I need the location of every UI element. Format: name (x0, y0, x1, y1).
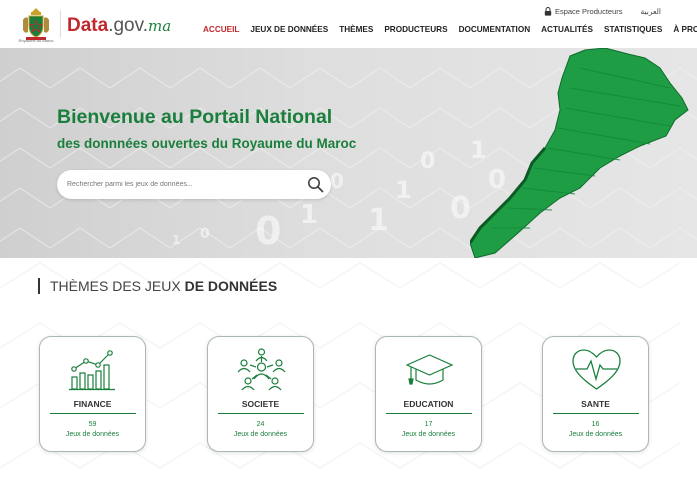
svg-text:1: 1 (368, 203, 389, 238)
svg-text:1: 1 (395, 176, 412, 204)
theme-card-divider (50, 413, 136, 414)
espace-producteurs-label: Espace Producteurs (554, 7, 623, 16)
people-icon (237, 348, 286, 391)
logo-part-gov: .gov. (108, 15, 148, 36)
main-nav: ACCUEIL JEUX DE DONNÉES THÈMES PRODUCTEU… (203, 25, 697, 34)
theme-card-count: 59 (88, 421, 97, 428)
svg-text:0: 0 (330, 169, 344, 193)
nav-item-a-propos[interactable]: À PROPOS (673, 25, 697, 34)
theme-card-count: 17 (424, 421, 433, 428)
nav-item-themes[interactable]: THÈMES (339, 25, 373, 34)
theme-card-education[interactable]: EDUCATION 17 Jeux de données (375, 336, 482, 452)
nav-item-documentation[interactable]: DOCUMENTATION (459, 25, 531, 34)
logo-part-data: Data (67, 15, 109, 36)
hero-subtitle: des donnnées ouvertes du Royaume du Maro… (57, 136, 357, 151)
svg-text:1: 1 (172, 233, 180, 247)
nav-item-producteurs[interactable]: PRODUCTEURS (384, 25, 447, 34)
logo-part-ma: ma (147, 17, 172, 35)
hero-title: Bienvenue au Portail National (57, 106, 333, 128)
svg-text:0: 0 (200, 226, 210, 242)
theme-card-divider (218, 413, 304, 414)
svg-text:0: 0 (255, 209, 281, 253)
top-links: Espace Producteurs العربية (544, 7, 661, 16)
chart-icon (69, 350, 115, 391)
theme-card-name: FINANCE (73, 399, 112, 409)
site-header: Royaume du Maroc Data.gov.ma Espace Prod… (0, 0, 697, 48)
theme-card-sublabel: Jeux de données (401, 431, 456, 438)
lock-icon (544, 7, 552, 16)
theme-card-divider (386, 413, 472, 414)
search-icon[interactable] (307, 176, 324, 193)
hero-banner: 0 1 0 1 1 0 0 1 0 1 1 0 Bienvenue au Por… (0, 48, 697, 258)
theme-card-divider (553, 413, 639, 414)
section-title-bold: DE DONNÉES (184, 278, 278, 294)
theme-card-name: SOCIETE (241, 399, 280, 409)
theme-card-sante[interactable]: SANTE 16 Jeux de données (542, 336, 649, 452)
search-input[interactable] (67, 177, 297, 192)
section-title-light: THÈMES DES JEUX (50, 278, 185, 294)
svg-text:1: 1 (300, 200, 318, 230)
theme-card-sublabel: Jeux de données (233, 431, 288, 438)
theme-card-count: 16 (591, 421, 600, 428)
theme-card-name: EDUCATION (403, 399, 454, 409)
theme-card-count: 24 (256, 421, 265, 428)
nav-item-jeux-de-donnees[interactable]: JEUX DE DONNÉES (250, 25, 328, 34)
graduation-cap-icon (405, 354, 454, 385)
search-box (57, 170, 331, 199)
theme-card-sublabel: Jeux de données (65, 431, 120, 438)
heart-pulse-icon (572, 349, 621, 390)
theme-card-finance[interactable]: FINANCE 59 Jeux de données (39, 336, 146, 452)
language-switch-link[interactable]: العربية (641, 7, 662, 16)
site-logo[interactable]: Data.gov.ma (67, 16, 171, 36)
morocco-map (470, 48, 689, 258)
moroccan-crest-logo[interactable] (20, 6, 52, 42)
theme-card-societe[interactable]: SOCIETE 24 Jeux de données (207, 336, 314, 452)
theme-card-sublabel: Jeux de données (568, 431, 623, 438)
crest-caption: Royaume du Maroc (18, 38, 54, 43)
svg-text:0: 0 (420, 149, 435, 174)
nav-item-actualites[interactable]: ACTUALITÉS (541, 25, 593, 34)
section-title-themes: THÈMES DES JEUX DE DONNÉES (38, 278, 277, 294)
svg-text:0: 0 (450, 191, 471, 226)
theme-card-name: SANTE (581, 399, 610, 409)
nav-item-statistiques[interactable]: STATISTIQUES (604, 25, 662, 34)
nav-item-accueil[interactable]: ACCUEIL (203, 25, 239, 34)
header-divider (60, 10, 61, 38)
espace-producteurs-link[interactable]: Espace Producteurs (544, 7, 623, 16)
